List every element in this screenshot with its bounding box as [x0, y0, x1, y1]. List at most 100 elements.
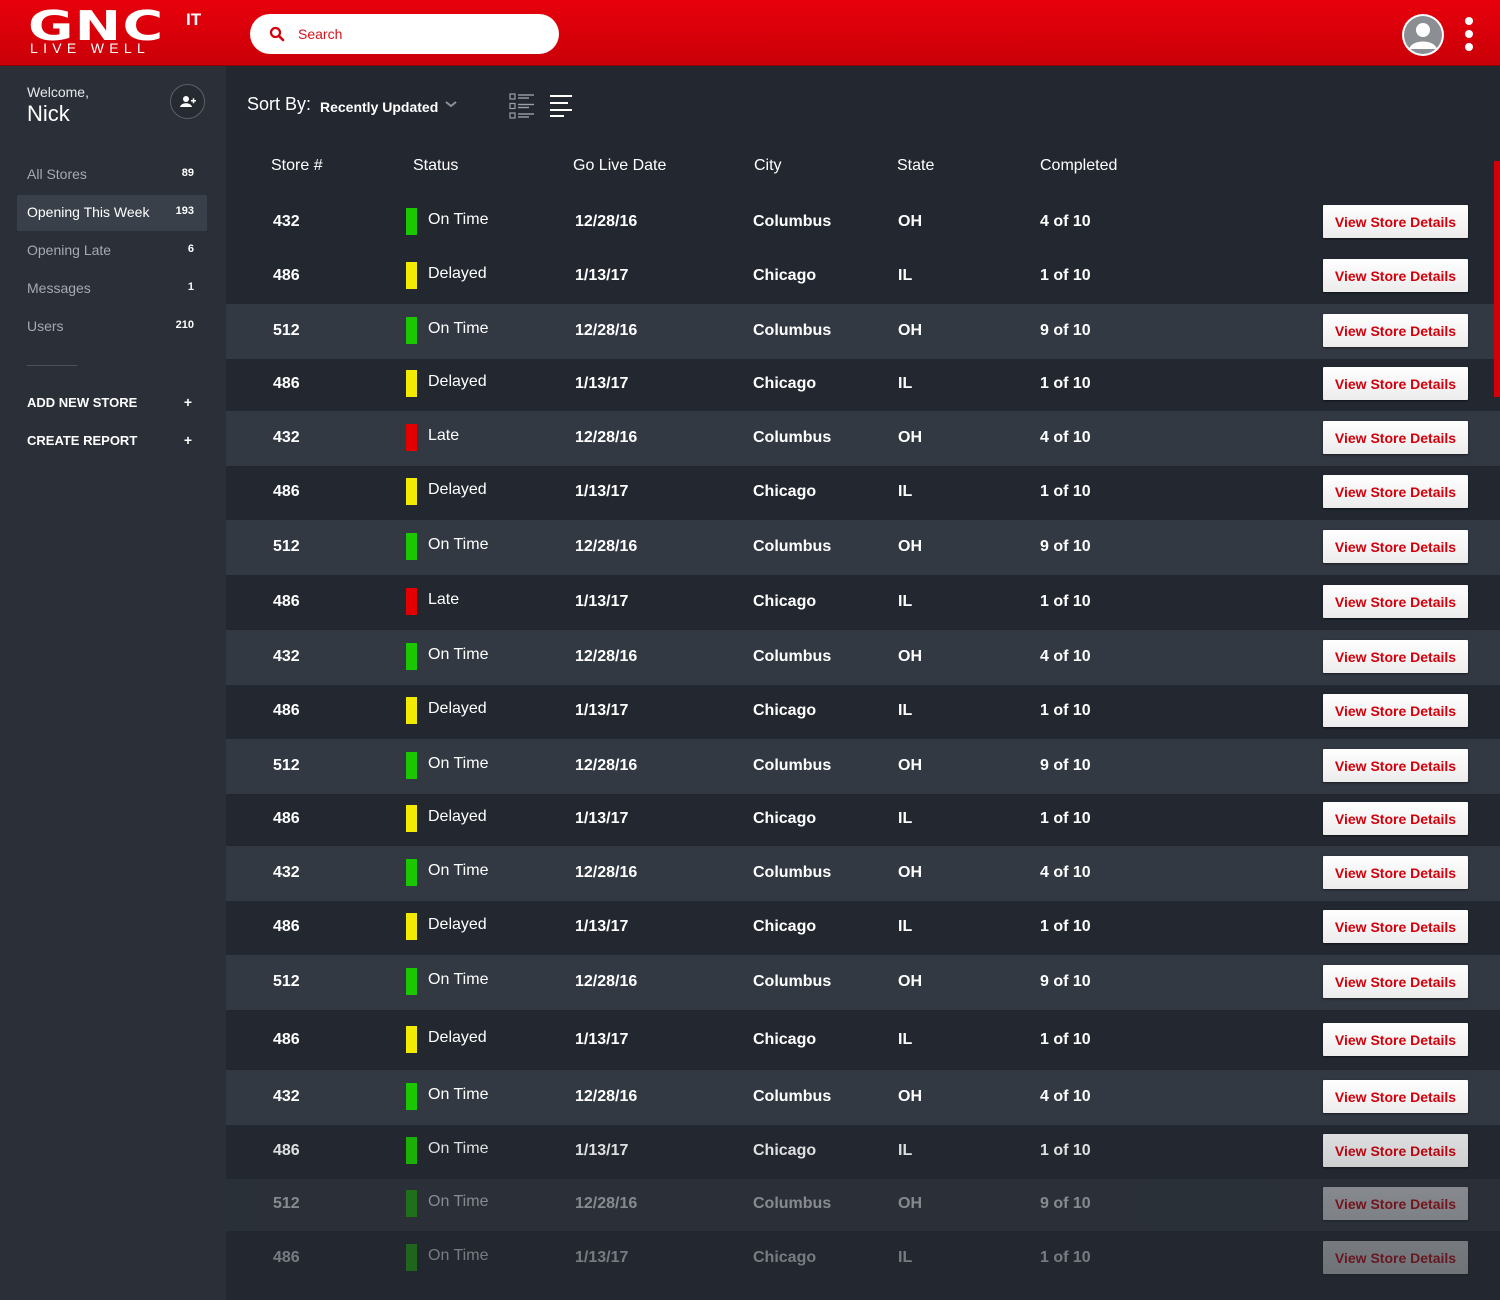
sidebar-item-count: 210 [175, 319, 194, 331]
user-avatar[interactable] [1402, 14, 1444, 56]
cell-status: Delayed [428, 700, 487, 717]
view-store-details-button[interactable]: View Store Details [1323, 475, 1468, 508]
table-row[interactable]: 486 1/13/17 Chicago IL 1 of 10 Delayed View St… [226, 1012, 1500, 1070]
cell-status: Delayed [428, 265, 487, 282]
table-row[interactable]: 486 1/13/17 Chicago IL 1 of 10 On Time View St… [226, 1231, 1500, 1286]
table-row[interactable]: 512 12/28/16 Columbus OH 9 of 10 On Time View … [226, 520, 1500, 575]
status-indicator [406, 1244, 417, 1271]
create-report-button[interactable]: CREATE REPORT + [27, 432, 197, 453]
compact-list-view-icon[interactable] [550, 94, 572, 118]
cell-city: Chicago [753, 1142, 817, 1159]
cell-go-live-date: 1/13/17 [575, 267, 629, 284]
cell-city: Chicago [753, 810, 817, 827]
cell-go-live-date: 12/28/16 [575, 648, 638, 665]
cell-city: Columbus [753, 1195, 832, 1212]
cell-state: OH [898, 973, 922, 990]
sidebar-item-label: Opening Late [27, 242, 112, 258]
cell-completed: 9 of 10 [1040, 1195, 1091, 1212]
table-row[interactable]: 486 1/13/17 Chicago IL 1 of 10 Delayed View St… [226, 250, 1500, 304]
table-row[interactable]: 486 1/13/17 Chicago IL 1 of 10 Late View Store… [226, 576, 1500, 630]
view-store-details-button[interactable]: View Store Details [1323, 694, 1468, 727]
table-row[interactable]: 432 12/28/16 Columbus OH 4 of 10 On Time View … [226, 846, 1500, 901]
cell-store-number: 486 [273, 1249, 300, 1266]
sidebar-item-opening-late[interactable]: Opening Late 6 [17, 233, 207, 269]
cell-city: Columbus [753, 429, 832, 446]
cell-completed: 1 of 10 [1040, 918, 1091, 935]
status-indicator [406, 1137, 417, 1164]
view-store-details-button[interactable]: View Store Details [1323, 749, 1468, 782]
table-row[interactable]: 512 12/28/16 Columbus OH 9 of 10 On Time View … [226, 304, 1500, 359]
sort-dropdown[interactable]: Recently Updated [320, 99, 438, 115]
view-store-details-button[interactable]: View Store Details [1323, 640, 1468, 673]
column-header-state[interactable]: State [897, 157, 934, 175]
view-store-details-button[interactable]: View Store Details [1323, 1134, 1468, 1167]
table-row[interactable]: 512 12/28/16 Columbus OH 9 of 10 On Time View … [226, 739, 1500, 794]
view-store-details-button[interactable]: View Store Details [1323, 530, 1468, 563]
more-menu-icon[interactable] [1460, 17, 1478, 53]
sidebar-item-users[interactable]: Users 210 [17, 309, 207, 345]
cell-city: Columbus [753, 538, 832, 555]
plus-icon: + [183, 394, 192, 410]
column-header-city[interactable]: City [754, 157, 782, 175]
view-store-details-button[interactable]: View Store Details [1323, 1187, 1468, 1220]
sidebar-item-opening-this-week[interactable]: Opening This Week 193 [17, 195, 207, 231]
chevron-down-icon[interactable] [444, 99, 458, 109]
view-store-details-button[interactable]: View Store Details [1323, 421, 1468, 454]
view-store-details-button[interactable]: View Store Details [1323, 585, 1468, 618]
add-user-button[interactable] [170, 84, 205, 119]
cell-city: Chicago [753, 483, 817, 500]
view-store-details-button[interactable]: View Store Details [1323, 1080, 1468, 1113]
view-store-details-button[interactable]: View Store Details [1323, 314, 1468, 347]
scrollbar-thumb[interactable] [1494, 161, 1500, 397]
table-row[interactable]: 486 1/13/17 Chicago IL 1 of 10 On Time View St… [226, 1125, 1500, 1179]
table-row[interactable]: 432 12/28/16 Columbus OH 4 of 10 On Time View … [226, 1070, 1500, 1125]
user-name: Nick [27, 101, 70, 126]
status-indicator [406, 1083, 417, 1110]
table-row[interactable]: 432 12/28/16 Columbus OH 4 of 10 On Time View … [226, 195, 1500, 250]
table-row[interactable]: 486 1/13/17 Chicago IL 1 of 10 Delayed View St… [226, 359, 1500, 411]
table-row[interactable]: 432 12/28/16 Columbus OH 4 of 10 On Time View … [226, 630, 1500, 685]
cell-go-live-date: 12/28/16 [575, 538, 638, 555]
table-row[interactable]: 512 12/28/16 Columbus OH 9 of 10 On Time View … [226, 1179, 1500, 1231]
sidebar-item-messages[interactable]: Messages 1 [17, 271, 207, 307]
view-store-details-button[interactable]: View Store Details [1323, 367, 1468, 400]
search-input[interactable] [298, 23, 538, 45]
cell-go-live-date: 12/28/16 [575, 757, 638, 774]
table-row[interactable]: 486 1/13/17 Chicago IL 1 of 10 Delayed View St… [226, 685, 1500, 739]
view-store-details-button[interactable]: View Store Details [1323, 910, 1468, 943]
search-box[interactable] [250, 14, 559, 54]
cell-status: Delayed [428, 808, 487, 825]
column-header-completed[interactable]: Completed [1040, 157, 1117, 175]
cell-status: On Time [428, 646, 489, 663]
logo-tagline: LIVE WELL [30, 40, 151, 56]
table-row[interactable]: 432 12/28/16 Columbus OH 4 of 10 Late View Sto… [226, 411, 1500, 466]
add-new-store-button[interactable]: ADD NEW STORE + [27, 394, 197, 415]
detailed-list-view-icon[interactable] [509, 93, 535, 119]
sidebar-item-all-stores[interactable]: All Stores 89 [17, 157, 207, 193]
sidebar-item-count: 89 [181, 167, 194, 179]
table-row[interactable]: 486 1/13/17 Chicago IL 1 of 10 Delayed View St… [226, 794, 1500, 846]
column-header-status[interactable]: Status [413, 157, 458, 175]
table-row[interactable]: 512 12/28/16 Columbus OH 9 of 10 On Time View … [226, 955, 1500, 1010]
view-store-details-button[interactable]: View Store Details [1323, 205, 1468, 238]
cell-status: On Time [428, 320, 489, 337]
table-row[interactable]: 486 1/13/17 Chicago IL 1 of 10 Delayed View St… [226, 466, 1500, 520]
action-label: CREATE REPORT [27, 433, 138, 448]
view-store-details-button[interactable]: View Store Details [1323, 259, 1468, 292]
view-store-details-button[interactable]: View Store Details [1323, 965, 1468, 998]
view-store-details-button[interactable]: View Store Details [1323, 1241, 1468, 1274]
table-row[interactable]: 486 1/13/17 Chicago IL 1 of 10 Delayed View St… [226, 901, 1500, 955]
column-header-store[interactable]: Store # [271, 157, 323, 175]
view-store-details-button[interactable]: View Store Details [1323, 802, 1468, 835]
status-indicator [406, 643, 417, 670]
column-header-go-live-date[interactable]: Go Live Date [573, 157, 666, 175]
cell-state: OH [898, 213, 922, 230]
cell-status: Delayed [428, 373, 487, 390]
sidebar: Welcome, Nick All Stores 89 Opening This… [0, 66, 226, 1300]
cell-state: IL [898, 483, 913, 500]
gnc-it-logo[interactable]: GNC IT LIVE WELL [28, 2, 218, 60]
view-store-details-button[interactable]: View Store Details [1323, 1023, 1468, 1056]
view-store-details-button[interactable]: View Store Details [1323, 856, 1468, 889]
cell-city: Columbus [753, 864, 832, 881]
status-indicator [406, 1190, 417, 1217]
